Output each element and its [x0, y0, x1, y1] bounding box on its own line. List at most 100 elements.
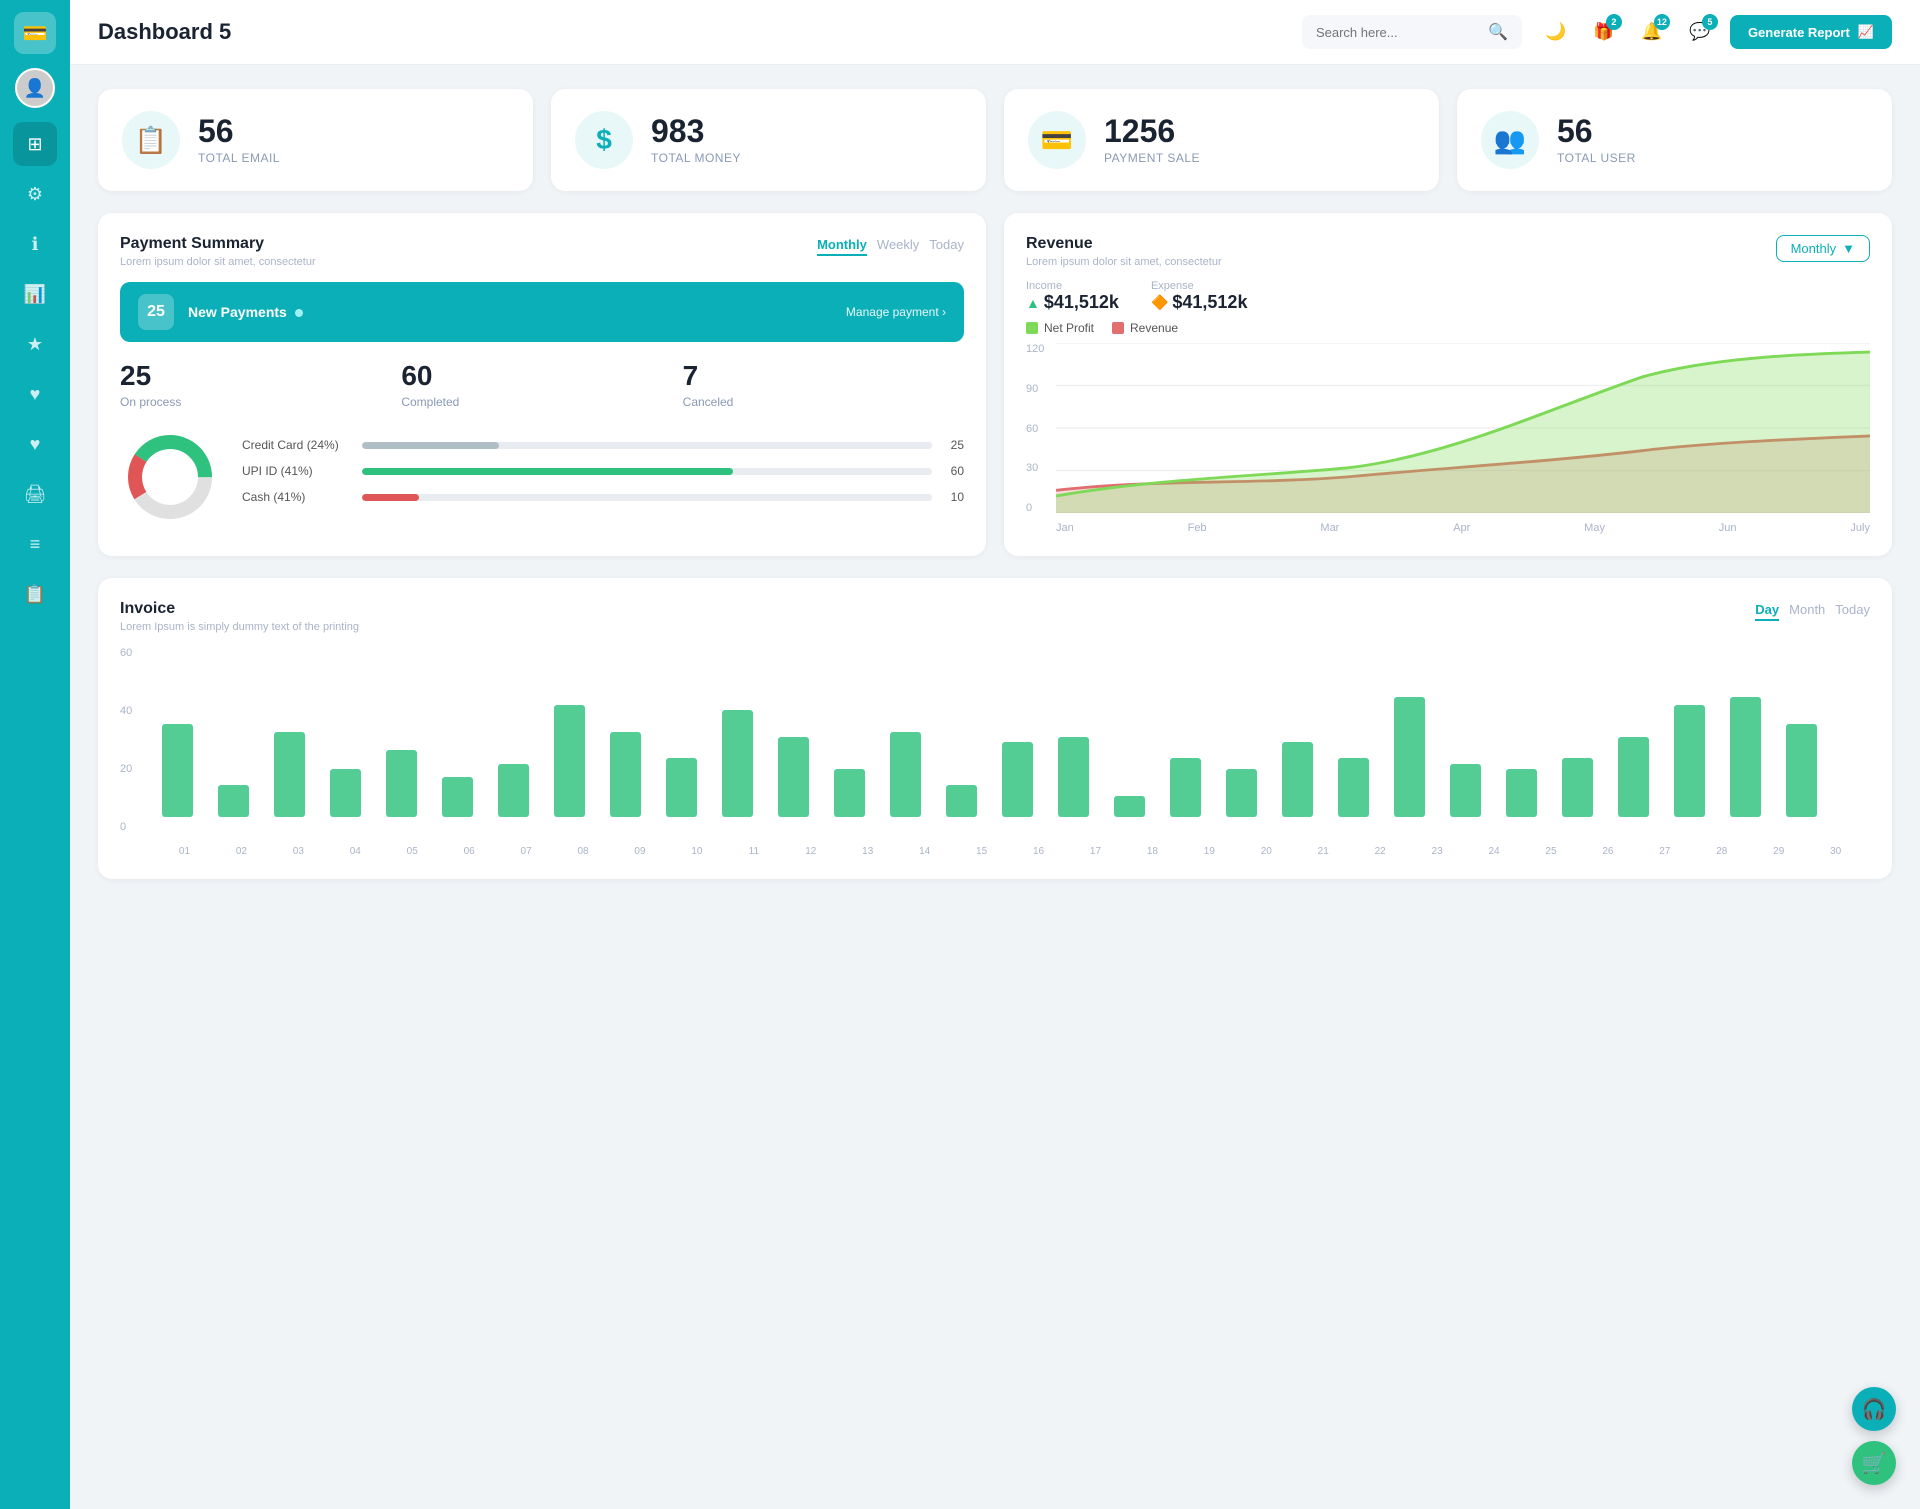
tab-monthly[interactable]: Monthly	[817, 235, 867, 256]
generate-report-button[interactable]: Generate Report 📈	[1730, 15, 1892, 49]
income-value: ▲ $41,512k	[1026, 292, 1119, 313]
tab-today[interactable]: Today	[929, 235, 964, 256]
canceled-number: 7	[683, 360, 964, 392]
revenue-title-group: Revenue Lorem ipsum dolor sit amet, cons…	[1026, 235, 1222, 268]
revenue-x-labels: Jan Feb Mar Apr May Jun July	[1056, 522, 1870, 534]
user-avatar[interactable]: 👤	[15, 68, 55, 108]
middle-row: Payment Summary Lorem ipsum dolor sit am…	[98, 213, 1892, 556]
user-stat-number: 56	[1557, 115, 1636, 147]
invoice-tabs: Day Month Today	[1755, 600, 1870, 621]
credit-card-fill	[362, 442, 499, 449]
revenue-chart-area: 120 90 60 30 0	[1026, 343, 1870, 534]
credit-card-val: 25	[942, 438, 964, 452]
legend-net-profit: Net Profit	[1026, 321, 1094, 335]
stat-canceled: 7 Canceled	[683, 360, 964, 409]
cart-fab[interactable]: 🛒	[1852, 1441, 1896, 1485]
invoice-tab-month[interactable]: Month	[1789, 600, 1825, 621]
sidebar-item-heart1[interactable]: ♥	[13, 372, 57, 416]
new-payments-badge: 25	[138, 294, 174, 330]
generate-report-label: Generate Report	[1748, 25, 1850, 40]
cash-label: Cash (41%)	[242, 490, 352, 504]
payment-summary-tabs: Monthly Weekly Today	[817, 235, 964, 256]
stat-on-process: 25 On process	[120, 360, 401, 409]
invoice-header: Invoice Lorem Ipsum is simply dummy text…	[120, 600, 1870, 633]
payment-bars: Credit Card (24%) 25 UPI ID (41%) 60	[242, 438, 964, 516]
fab-container: 🎧 🛒	[1852, 1387, 1896, 1485]
dashboard-icon: ⊞	[27, 134, 42, 155]
tab-weekly[interactable]: Weekly	[877, 235, 919, 256]
revenue-svg	[1056, 343, 1870, 513]
sidebar-item-info[interactable]: ℹ	[13, 222, 57, 266]
manage-payment-link[interactable]: Manage payment ›	[846, 305, 946, 319]
sidebar-item-list[interactable]: 📋	[13, 572, 57, 616]
money-stat-label: TOTAL MONEY	[651, 151, 741, 165]
revenue-subtitle: Lorem ipsum dolor sit amet, consectetur	[1026, 256, 1222, 268]
legend-revenue: Revenue	[1112, 321, 1178, 335]
sidebar-logo[interactable]: 💳	[14, 12, 56, 54]
invoice-tab-day[interactable]: Day	[1755, 600, 1779, 621]
sidebar-item-settings[interactable]: ⚙	[13, 172, 57, 216]
payment-stat-icon: 💳	[1028, 111, 1086, 169]
cash-fill	[362, 494, 419, 501]
payment-summary-header: Payment Summary Lorem ipsum dolor sit am…	[120, 235, 964, 268]
completed-label: Completed	[401, 395, 682, 409]
payment-summary-card: Payment Summary Lorem ipsum dolor sit am…	[98, 213, 986, 556]
new-payments-bar: 25 New Payments Manage payment ›	[120, 282, 964, 342]
revenue-dropdown[interactable]: Monthly ▼	[1776, 235, 1870, 262]
moon-icon: 🌙	[1545, 22, 1566, 42]
income-arrow-icon: ▲	[1026, 295, 1040, 311]
payment-summary-title: Payment Summary	[120, 235, 316, 253]
main-content: Dashboard 5 🔍 🌙 🎁 2 🔔 12 💬 5 Generate Re	[70, 0, 1920, 1509]
bell-button[interactable]: 🔔 12	[1634, 14, 1670, 50]
net-profit-dot	[1026, 322, 1038, 334]
payment-stat-info: 1256 PAYMENT SALE	[1104, 115, 1200, 165]
revenue-card: Revenue Lorem ipsum dolor sit amet, cons…	[1004, 213, 1892, 556]
sidebar-item-star[interactable]: ★	[13, 322, 57, 366]
chat-button[interactable]: 💬 5	[1682, 14, 1718, 50]
invoice-tab-today[interactable]: Today	[1835, 600, 1870, 621]
sidebar-item-analytics[interactable]: 📊	[13, 272, 57, 316]
print-icon: 🖨	[24, 484, 47, 505]
menu-icon: ≡	[30, 534, 41, 555]
new-payments-label: New Payments	[188, 304, 832, 320]
income-expense-row: Income ▲ $41,512k Expense 🔶 $41,512k	[1026, 280, 1870, 313]
money-stat-info: 983 TOTAL MONEY	[651, 115, 741, 165]
upi-label: UPI ID (41%)	[242, 464, 352, 478]
invoice-subtitle: Lorem Ipsum is simply dummy text of the …	[120, 621, 359, 633]
support-fab[interactable]: 🎧	[1852, 1387, 1896, 1431]
invoice-bar-chart	[150, 647, 1870, 837]
headset-icon: 🎧	[1862, 1397, 1887, 1422]
invoice-chart-wrapper: 60 40 20 0 01020304050607080910111213141…	[120, 647, 1870, 857]
cash-track	[362, 494, 932, 501]
expense-value: 🔶 $41,512k	[1151, 292, 1248, 313]
info-icon: ℹ	[32, 234, 39, 255]
search-input[interactable]	[1316, 25, 1480, 40]
gift-button[interactable]: 🎁 2	[1586, 14, 1622, 50]
stat-completed: 60 Completed	[401, 360, 682, 409]
completed-number: 60	[401, 360, 682, 392]
search-container: 🔍	[1302, 15, 1522, 49]
new-payments-dot	[295, 309, 303, 317]
credit-card-track	[362, 442, 932, 449]
bar-row-credit: Credit Card (24%) 25	[242, 438, 964, 452]
income-item: Income ▲ $41,512k	[1026, 280, 1119, 313]
payment-summary-title-group: Payment Summary Lorem ipsum dolor sit am…	[120, 235, 316, 268]
sidebar-item-print[interactable]: 🖨	[13, 472, 57, 516]
list-icon: 📋	[24, 584, 46, 605]
theme-toggle-button[interactable]: 🌙	[1538, 14, 1574, 50]
stats-row: 📋 56 TOTAL EMAIL $ 983 TOTAL MONEY 💳 125…	[98, 89, 1892, 191]
payment-stat-number: 1256	[1104, 115, 1200, 147]
revenue-title: Revenue	[1026, 235, 1222, 253]
upi-val: 60	[942, 464, 964, 478]
net-profit-legend-label: Net Profit	[1044, 321, 1094, 335]
expense-item: Expense 🔶 $41,512k	[1151, 280, 1248, 313]
donut-chart	[120, 427, 220, 527]
search-icon[interactable]: 🔍	[1488, 22, 1508, 42]
sidebar-item-heart2[interactable]: ♥	[13, 422, 57, 466]
email-stat-label: TOTAL EMAIL	[198, 151, 280, 165]
user-stat-info: 56 TOTAL USER	[1557, 115, 1636, 165]
email-stat-info: 56 TOTAL EMAIL	[198, 115, 280, 165]
logo-icon: 💳	[23, 21, 48, 46]
sidebar-item-menu[interactable]: ≡	[13, 522, 57, 566]
sidebar-item-dashboard[interactable]: ⊞	[13, 122, 57, 166]
